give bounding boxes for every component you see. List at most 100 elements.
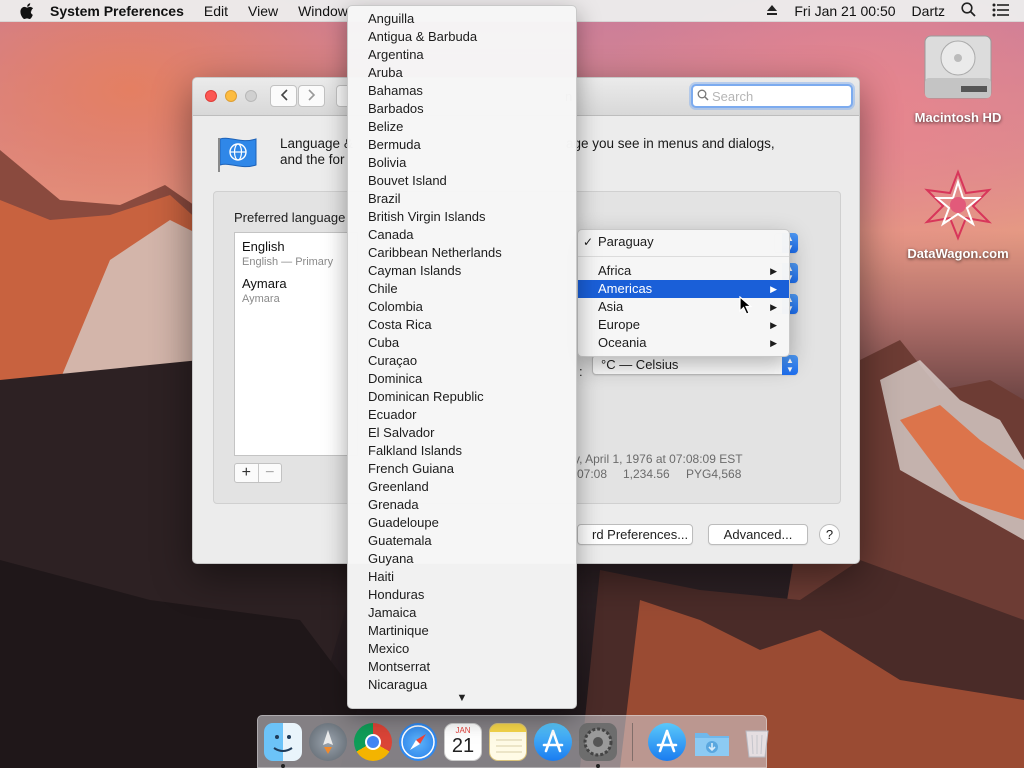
calendar-icon[interactable]: JAN 21: [444, 722, 482, 761]
search-input[interactable]: [712, 88, 842, 104]
list-item-english[interactable]: English English — Primary: [235, 233, 357, 270]
menu-item-country[interactable]: Brazil: [348, 190, 576, 208]
menu-item-country[interactable]: Dominican Republic: [348, 388, 576, 406]
menu-item-country[interactable]: Bermuda: [348, 136, 576, 154]
time-example: 07:08: [577, 467, 608, 481]
forward-button[interactable]: [298, 85, 325, 107]
system-preferences-icon[interactable]: [579, 722, 617, 768]
menu-window[interactable]: Window: [298, 3, 348, 19]
language-subtitle: Aymara: [242, 293, 280, 305]
menu-item-country[interactable]: Belize: [348, 118, 576, 136]
menu-separator: [578, 256, 789, 257]
menu-item-country[interactable]: Chile: [348, 280, 576, 298]
menu-item-country[interactable]: Grenada: [348, 496, 576, 514]
menu-item-country[interactable]: Guadeloupe: [348, 514, 576, 532]
list-item-aymara[interactable]: Aymara Aymara: [235, 270, 357, 307]
menu-item-country[interactable]: Canada: [348, 226, 576, 244]
menu-item-country[interactable]: Argentina: [348, 46, 576, 64]
menu-item-americas[interactable]: Americas ▶: [578, 280, 789, 298]
menu-scroll-down-icon[interactable]: ▼: [348, 692, 576, 704]
menu-item-country[interactable]: Costa Rica: [348, 316, 576, 334]
submenu-arrow-icon: ▶: [770, 284, 777, 294]
menu-item-africa[interactable]: Africa ▶: [578, 262, 789, 280]
menu-item-asia[interactable]: Asia ▶: [578, 298, 789, 316]
preferred-languages-list[interactable]: English English — Primary Aymara Aymara: [234, 232, 358, 456]
menu-item-country[interactable]: Guyana: [348, 550, 576, 568]
notification-center-icon[interactable]: [992, 3, 1010, 20]
chrome-icon[interactable]: [354, 722, 392, 761]
menu-item-paraguay[interactable]: ✓ Paraguay: [578, 233, 789, 251]
menu-item-country[interactable]: Ecuador: [348, 406, 576, 424]
eject-icon[interactable]: [766, 3, 778, 19]
menu-clock[interactable]: Fri Jan 21 00:50: [794, 3, 895, 19]
menu-item-country[interactable]: British Virgin Islands: [348, 208, 576, 226]
menu-item-country[interactable]: Cuba: [348, 334, 576, 352]
zoom-window-button[interactable]: [245, 90, 257, 102]
app-store-icon[interactable]: [534, 722, 572, 761]
desktop-icon-datawagon[interactable]: DataWagon.com: [903, 168, 1013, 261]
apple-menu-icon[interactable]: [18, 2, 36, 20]
country-menu[interactable]: Anguilla Antigua & Barbuda Argentina Aruba B…: [347, 5, 577, 709]
region-menu[interactable]: ✓ Paraguay Africa ▶ Americas ▶ Asia ▶ Europ…: [577, 229, 790, 357]
menu-item-country[interactable]: Dominica: [348, 370, 576, 388]
menu-view[interactable]: View: [248, 3, 278, 19]
spotlight-icon[interactable]: [961, 2, 976, 20]
remove-language-button[interactable]: −: [257, 464, 282, 482]
desktop-icon-label: DataWagon.com: [907, 246, 1009, 261]
help-button[interactable]: ?: [819, 524, 840, 545]
safari-icon[interactable]: [399, 722, 437, 761]
submenu-arrow-icon: ▶: [770, 302, 777, 312]
desktop-icon-macintosh-hd[interactable]: Macintosh HD: [903, 32, 1013, 125]
menu-app-name[interactable]: System Preferences: [50, 3, 184, 19]
menu-item-country[interactable]: Falkland Islands: [348, 442, 576, 460]
chevron-right-icon: [307, 88, 316, 104]
menu-item-country[interactable]: Cayman Islands: [348, 262, 576, 280]
menu-item-country[interactable]: Caribbean Netherlands: [348, 244, 576, 262]
advanced-button[interactable]: Advanced...: [708, 524, 808, 545]
menu-edit[interactable]: Edit: [204, 3, 228, 19]
notes-icon[interactable]: [489, 722, 527, 761]
back-button[interactable]: [270, 85, 297, 107]
menu-item-country[interactable]: Haiti: [348, 568, 576, 586]
mouse-pointer-icon: [739, 295, 753, 319]
submenu-arrow-icon: ▶: [770, 338, 777, 348]
keyboard-preferences-button[interactable]: rd Preferences...: [577, 524, 693, 545]
search-field[interactable]: [691, 84, 853, 108]
menu-item-country[interactable]: Aruba: [348, 64, 576, 82]
menu-item-country[interactable]: Bouvet Island: [348, 172, 576, 190]
menu-item-europe[interactable]: Europe ▶: [578, 316, 789, 334]
menu-item-country[interactable]: Jamaica: [348, 604, 576, 622]
downloads-folder-icon[interactable]: [693, 723, 731, 761]
menu-item-country[interactable]: Guatemala: [348, 532, 576, 550]
description-line-1-tail: age you see in menus and dialogs,: [566, 136, 775, 151]
menu-item-country[interactable]: Bahamas: [348, 82, 576, 100]
menu-item-country[interactable]: Curaçao: [348, 352, 576, 370]
menu-item-oceania[interactable]: Oceania ▶: [578, 334, 789, 352]
temperature-popup[interactable]: °C — Celsius ▲ ▼: [592, 355, 798, 375]
menu-item-country[interactable]: Antigua & Barbuda: [348, 28, 576, 46]
finder-icon[interactable]: [264, 722, 302, 768]
menu-item-country[interactable]: Colombia: [348, 298, 576, 316]
launchpad-icon[interactable]: [309, 722, 347, 761]
menu-item-country[interactable]: French Guiana: [348, 460, 576, 478]
menu-item-country[interactable]: Martinique: [348, 622, 576, 640]
menu-item-country[interactable]: Bolivia: [348, 154, 576, 172]
menu-item-country[interactable]: Greenland: [348, 478, 576, 496]
app-store-downloads-icon[interactable]: [648, 722, 686, 761]
add-language-button[interactable]: +: [235, 464, 258, 482]
menu-item-country[interactable]: Honduras: [348, 586, 576, 604]
menu-item-country[interactable]: El Salvador: [348, 424, 576, 442]
trash-icon[interactable]: [738, 723, 776, 761]
hard-drive-icon: [921, 32, 995, 102]
menu-item-country[interactable]: Montserrat: [348, 658, 576, 676]
menu-item-country[interactable]: Anguilla: [348, 10, 576, 28]
menu-user[interactable]: Dartz: [912, 3, 945, 19]
close-window-button[interactable]: [205, 90, 217, 102]
menu-item-country[interactable]: Mexico: [348, 640, 576, 658]
minimize-window-button[interactable]: [225, 90, 237, 102]
menu-item-label: Americas: [598, 281, 653, 296]
submenu-arrow-icon: ▶: [770, 320, 777, 330]
language-flag-icon: [217, 136, 259, 172]
menu-item-country[interactable]: Barbados: [348, 100, 576, 118]
calendar-month: JAN: [455, 725, 471, 735]
